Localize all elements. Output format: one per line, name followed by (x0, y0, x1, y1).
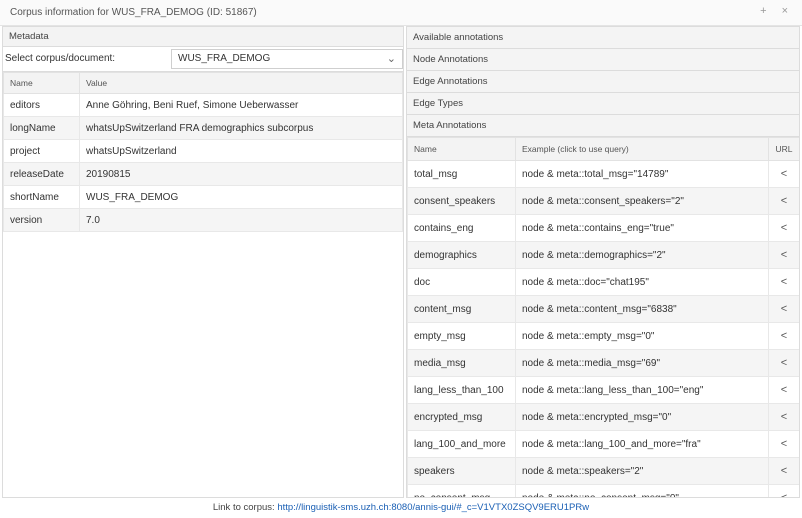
available-annotations-header: Available annotations (407, 27, 799, 49)
table-row: contains_eng node & meta::contains_eng="t… (407, 214, 799, 242)
annotation-name-cell: lang_100_and_more (407, 430, 516, 458)
table-row: total_msg node & meta::total_msg="14789" < (407, 160, 799, 188)
annotation-name-cell: doc (407, 268, 516, 296)
table-row: editors Anne Göhring, Beni Ruef, Simone U… (3, 93, 403, 117)
corpus-link-label: Link to corpus: (212, 502, 275, 513)
table-row: releaseDate 20190815 (3, 162, 403, 186)
annotation-example-query[interactable]: node & meta::total_msg="14789" (515, 160, 769, 188)
annotation-name-cell: lang_less_than_100 (407, 376, 516, 404)
annotation-example-query[interactable]: node & meta::contains_eng="true" (515, 214, 769, 242)
corpus-link[interactable]: http://linguistik-sms.uzh.ch:8080/annis-… (277, 502, 589, 513)
annotation-example-query[interactable]: node & meta::lang_less_than_100="eng" (515, 376, 769, 404)
corpus-link-footer: Link to corpus: http://linguistik-sms.uz… (0, 498, 802, 518)
annotation-name-cell: media_msg (407, 349, 516, 377)
table-row: version 7.0 (3, 208, 403, 232)
metadata-value-cell: Anne Göhring, Beni Ruef, Simone Ueberwas… (79, 93, 403, 117)
annotation-example-query[interactable]: node & meta::speakers="2" (515, 457, 769, 485)
corpus-select[interactable]: WUS_FRA_DEMOG ⌄ (171, 49, 403, 69)
annotation-name-cell: consent_speakers (407, 187, 516, 215)
annotation-name-cell: contains_eng (407, 214, 516, 242)
table-row: longName whatsUpSwitzerland FRA demograph… (3, 116, 403, 140)
table-row: lang_less_than_100 node & meta::lang_less… (407, 376, 799, 404)
accordion-edge-types[interactable]: Edge Types (407, 93, 799, 115)
annotation-example-query[interactable]: node & meta::consent_speakers="2" (515, 187, 769, 215)
column-header-name[interactable]: Name (407, 137, 516, 161)
annotation-example-query[interactable]: node & meta::content_msg="6838" (515, 295, 769, 323)
dialog-titlebar: Corpus information for WUS_FRA_DEMOG (ID… (0, 0, 802, 26)
metadata-value-cell: 7.0 (79, 208, 403, 232)
column-header-example[interactable]: Example (click to use query) (515, 137, 769, 161)
share-icon[interactable]: < (768, 430, 799, 458)
metadata-name-cell: longName (3, 116, 80, 140)
table-row: encrypted_msg node & meta::encrypted_msg=… (407, 403, 799, 431)
corpus-selector-label: Select corpus/document: (5, 53, 116, 64)
accordion-meta-annotations[interactable]: Meta Annotations (407, 115, 799, 137)
chevron-down-icon: ⌄ (386, 53, 396, 65)
window-buttons[interactable]: + × (760, 5, 794, 17)
meta-annotations-table: Name Example (click to use query) URL to… (407, 137, 799, 497)
table-row: shortName WUS_FRA_DEMOG (3, 185, 403, 209)
metadata-name-cell: version (3, 208, 80, 232)
metadata-value-cell: WUS_FRA_DEMOG (79, 185, 403, 209)
metadata-name-cell: project (3, 139, 80, 163)
share-icon[interactable]: < (768, 457, 799, 485)
share-icon[interactable]: < (768, 187, 799, 215)
corpus-selector-row: Select corpus/document: WUS_FRA_DEMOG ⌄ (3, 47, 403, 72)
metadata-name-cell: shortName (3, 185, 80, 209)
metadata-name-cell: editors (3, 93, 80, 117)
table-row: doc node & meta::doc="chat195" < (407, 268, 799, 296)
annotation-example-query[interactable]: node & meta::demographics="2" (515, 241, 769, 269)
metadata-value-cell: whatsUpSwitzerland (79, 139, 403, 163)
share-icon[interactable]: < (768, 268, 799, 296)
table-row: lang_100_and_more node & meta::lang_100_a… (407, 430, 799, 458)
annotation-name-cell: encrypted_msg (407, 403, 516, 431)
annotation-example-query[interactable]: node & meta::empty_msg="0" (515, 322, 769, 350)
annotation-example-query[interactable]: node & meta::encrypted_msg="0" (515, 403, 769, 431)
annotation-example-query[interactable]: node & meta::doc="chat195" (515, 268, 769, 296)
column-header-name[interactable]: Name (3, 72, 80, 94)
annotations-panel: Available annotations Node Annotations E… (406, 26, 800, 498)
column-header-url[interactable]: URL (768, 137, 799, 161)
accordion-node-annotations[interactable]: Node Annotations (407, 49, 799, 71)
metadata-name-cell: releaseDate (3, 162, 80, 186)
metadata-header: Metadata (3, 27, 403, 47)
table-row: media_msg node & meta::media_msg="69" < (407, 349, 799, 377)
annotation-name-cell: no_consent_msg (407, 484, 516, 497)
column-header-value[interactable]: Value (79, 72, 403, 94)
annotation-example-query[interactable]: node & meta::media_msg="69" (515, 349, 769, 377)
share-icon[interactable]: < (768, 322, 799, 350)
annotation-example-query[interactable]: node & meta::lang_100_and_more="fra" (515, 430, 769, 458)
share-icon[interactable]: < (768, 295, 799, 323)
corpus-select-value: WUS_FRA_DEMOG (178, 53, 271, 64)
table-row: demographics node & meta::demographics="2… (407, 241, 799, 269)
share-icon[interactable]: < (768, 484, 799, 497)
annotation-name-cell: speakers (407, 457, 516, 485)
table-row: empty_msg node & meta::empty_msg="0" < (407, 322, 799, 350)
table-row: no_consent_msg node & meta::no_consent_ms… (407, 484, 799, 497)
accordion-edge-annotations[interactable]: Edge Annotations (407, 71, 799, 93)
metadata-value-cell: whatsUpSwitzerland FRA demographics subc… (79, 116, 403, 140)
share-icon[interactable]: < (768, 241, 799, 269)
metadata-panel: Metadata Select corpus/document: WUS_FRA… (2, 26, 404, 498)
metadata-value-cell: 20190815 (79, 162, 403, 186)
dialog-title: Corpus information for WUS_FRA_DEMOG (ID… (10, 7, 257, 18)
share-icon[interactable]: < (768, 376, 799, 404)
annotation-name-cell: total_msg (407, 160, 516, 188)
share-icon[interactable]: < (768, 160, 799, 188)
annotation-name-cell: content_msg (407, 295, 516, 323)
annotation-name-cell: demographics (407, 241, 516, 269)
share-icon[interactable]: < (768, 214, 799, 242)
share-icon[interactable]: < (768, 349, 799, 377)
table-row: speakers node & meta::speakers="2" < (407, 457, 799, 485)
annotation-name-cell: empty_msg (407, 322, 516, 350)
table-row: content_msg node & meta::content_msg="683… (407, 295, 799, 323)
share-icon[interactable]: < (768, 403, 799, 431)
table-row: consent_speakers node & meta::consent_spe… (407, 187, 799, 215)
table-row: project whatsUpSwitzerland (3, 139, 403, 163)
annotation-example-query[interactable]: node & meta::no_consent_msg="0" (515, 484, 769, 497)
metadata-table: Name Value editors Anne Göhring, Beni Rue… (3, 72, 403, 232)
